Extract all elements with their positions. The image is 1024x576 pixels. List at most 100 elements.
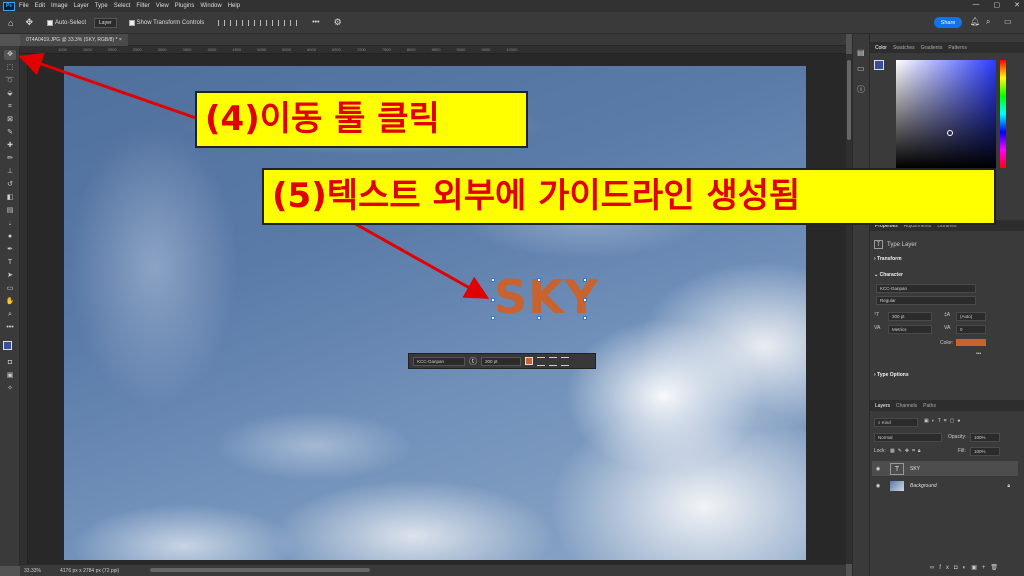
align-right-text-icon[interactable] (561, 356, 569, 366)
type-tool-icon[interactable]: T (4, 258, 16, 268)
quick-mask-icon[interactable]: ◘ (4, 358, 16, 368)
move-tool-icon[interactable]: ✥ (4, 50, 16, 60)
layer-name-sky[interactable]: SKY (910, 466, 920, 472)
object-select-tool-icon[interactable]: ⬙ (4, 89, 16, 99)
healing-brush-tool-icon[interactable]: ✚ (4, 141, 16, 151)
notifications-bell-icon[interactable]: 🔔︎ (970, 17, 980, 26)
zoom-tool-icon[interactable]: ⌕ (4, 310, 16, 320)
align-left-icon[interactable] (218, 19, 226, 26)
menu-help[interactable]: Help (228, 3, 240, 9)
transform-handle[interactable] (537, 316, 541, 320)
move-tool-preset-icon[interactable]: ✥ (25, 17, 33, 28)
close-button[interactable]: ✕ (1014, 1, 1020, 9)
blend-mode-select[interactable]: Normal (874, 433, 942, 442)
transform-handle[interactable] (583, 298, 587, 302)
tab-gradients[interactable]: Gradients (921, 45, 943, 51)
document-tab[interactable]: 0T4A0419.JPG @ 33.3% (SKY, RGB/8) * × (20, 34, 128, 46)
eyedropper-tool-icon[interactable]: ✎ (4, 128, 16, 138)
clone-stamp-tool-icon[interactable]: ⊥ (4, 167, 16, 177)
transform-handle[interactable] (491, 278, 495, 282)
hand-tool-icon[interactable]: ✋ (4, 297, 16, 307)
info-panel-icon[interactable]: ⓘ (857, 84, 865, 95)
tab-swatches[interactable]: Swatches (893, 45, 915, 51)
comments-panel-icon[interactable]: ▭ (857, 64, 865, 73)
align-left-text-icon[interactable] (537, 356, 545, 366)
menu-file[interactable]: File (19, 3, 29, 9)
auto-select-checkbox[interactable]: Auto-Select (46, 19, 86, 26)
menu-type[interactable]: Type (95, 3, 108, 9)
menu-image[interactable]: Image (51, 3, 68, 9)
transform-handle[interactable] (537, 278, 541, 282)
eye-icon[interactable]: ◉ (872, 483, 884, 489)
marquee-tool-icon[interactable]: ⬚ (4, 63, 16, 73)
frame-tool-icon[interactable]: ⊠ (4, 115, 16, 125)
tab-paths[interactable]: Paths (923, 403, 936, 409)
tab-patterns[interactable]: Patterns (948, 45, 967, 51)
history-panel-icon[interactable]: ▤ (857, 48, 865, 57)
menu-view[interactable]: View (156, 3, 169, 9)
align-top-icon[interactable] (254, 19, 262, 26)
tab-layers[interactable]: Layers (875, 403, 890, 409)
horizontal-scroll-thumb[interactable] (150, 568, 370, 572)
leading-field[interactable]: (Auto) (956, 312, 986, 321)
close-tab-icon[interactable]: × (119, 37, 122, 43)
minimize-button[interactable]: — (973, 1, 980, 9)
auto-select-target-select[interactable]: Layer (94, 17, 117, 28)
align-center-icon[interactable] (230, 19, 238, 26)
share-button[interactable]: Share (934, 17, 962, 28)
lasso-tool-icon[interactable]: ➰ (4, 76, 16, 86)
gradient-tool-icon[interactable]: ▤ (4, 206, 16, 216)
eye-icon[interactable]: ◉ (872, 466, 884, 472)
path-selection-tool-icon[interactable]: ➤ (4, 271, 16, 281)
ctx-font-size-field[interactable]: 300 pt (481, 356, 521, 366)
menu-layer[interactable]: Layer (74, 3, 89, 9)
font-family-select[interactable]: KCC-Ganpan (876, 284, 976, 293)
crop-tool-icon[interactable]: ⌗ (4, 102, 16, 112)
search-icon[interactable]: ⌕ (986, 17, 990, 27)
dodge-tool-icon[interactable]: ● (4, 232, 16, 242)
rectangle-tool-icon[interactable]: ▭ (4, 284, 16, 294)
layer-row-background[interactable]: ◉ Background 🔒︎ (872, 478, 1018, 493)
font-size-field[interactable]: 300 pt (888, 312, 932, 321)
blur-tool-icon[interactable]: 💧︎ (4, 219, 16, 229)
panel-fg-bg-swatch[interactable] (874, 60, 890, 76)
transform-handle[interactable] (583, 278, 587, 282)
screen-mode-icon[interactable]: ▣ (4, 371, 16, 381)
layer-actions-bar[interactable]: ∞fx◘◐▣+🗑︎ (930, 564, 1003, 571)
layer-name-background[interactable]: Background (910, 483, 937, 489)
align-center-text-icon[interactable] (549, 356, 557, 366)
more-character-options[interactable]: ••• (976, 351, 981, 357)
color-picker-field[interactable] (896, 60, 996, 168)
brush-tool-icon[interactable]: ✏ (4, 154, 16, 164)
menu-plugins[interactable]: Plugins (175, 3, 195, 9)
maximize-button[interactable]: ▢ (994, 1, 1001, 9)
gear-icon[interactable]: ⚙ (334, 17, 342, 28)
vertical-scroll-thumb[interactable] (847, 60, 851, 140)
foreground-color-swatch[interactable] (3, 341, 12, 350)
layer-filter-icons[interactable]: ▣◐T⌗▢● (924, 418, 963, 424)
workspace-icon[interactable]: ▭ (1004, 17, 1012, 26)
eraser-tool-icon[interactable]: ◧ (4, 193, 16, 203)
zoom-level[interactable]: 33.33% (24, 568, 41, 574)
tab-channels[interactable]: Channels (896, 403, 917, 409)
distribute-icon[interactable] (290, 19, 298, 26)
menu-edit[interactable]: Edit (35, 3, 45, 9)
menu-filter[interactable]: Filter (136, 3, 149, 9)
fill-field[interactable]: 100% (970, 447, 1000, 456)
transform-section[interactable]: › Transform (874, 256, 902, 262)
home-icon[interactable]: ⌂ (8, 18, 13, 28)
align-right-icon[interactable] (242, 19, 250, 26)
more-options-button[interactable]: ••• (312, 19, 319, 26)
character-section[interactable]: ⌄ Character (874, 272, 903, 278)
color-picker-cursor[interactable] (947, 130, 953, 136)
transform-handle[interactable] (491, 298, 495, 302)
align-bottom-icon[interactable] (278, 19, 286, 26)
edit-toolbar-icon[interactable]: ••• (4, 323, 16, 333)
type-options-section[interactable]: › Type Options (874, 372, 909, 378)
transform-handle[interactable] (491, 316, 495, 320)
menu-window[interactable]: Window (200, 3, 221, 9)
hue-slider[interactable] (1000, 60, 1006, 168)
ctx-text-color-swatch[interactable] (525, 357, 533, 365)
tab-color[interactable]: Color (875, 45, 887, 51)
text-color-swatch[interactable] (956, 339, 986, 346)
